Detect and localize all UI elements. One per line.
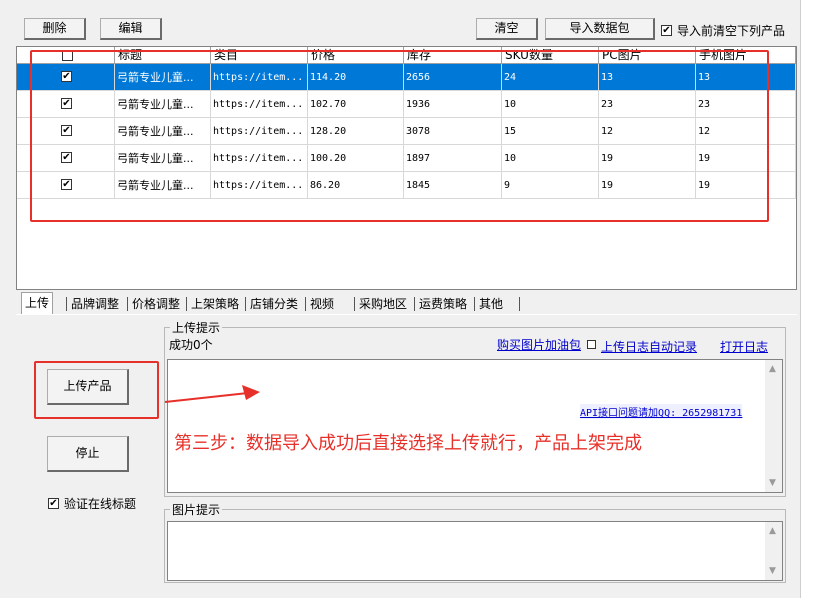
tab-upload[interactable]: 上传: [21, 292, 54, 314]
toolbar: 删除 编辑 清空 导入数据包 ✔ 导入前清空下列产品: [0, 0, 800, 42]
tab-brand-adjust[interactable]: 品牌调整: [68, 294, 122, 314]
tab-other[interactable]: 其他: [476, 294, 506, 314]
upload-panel: 上传产品 停止 ✔ 验证在线标题 上传提示 成功0个 购买图片加油包 上传日志自…: [16, 314, 797, 598]
upload-button-highlight-box: [34, 361, 159, 419]
auto-log-label[interactable]: 上传日志自动记录: [601, 338, 697, 355]
verify-online-title-label: 验证在线标题: [64, 497, 137, 511]
auto-log-checkbox[interactable]: [587, 340, 596, 349]
right-edge-strip: [800, 0, 826, 598]
tab-shop-category[interactable]: 店铺分类: [247, 294, 301, 314]
image-hint-memo[interactable]: ▲ ▼: [167, 521, 783, 581]
api-qq-link[interactable]: API接口问题请加QQ: 2652981731: [580, 404, 743, 419]
tab-price-adjust[interactable]: 价格调整: [129, 294, 183, 314]
tab-listing-strategy[interactable]: 上架策略: [188, 294, 242, 314]
grid-highlight-box: [30, 50, 769, 222]
image-memo-scrollbar[interactable]: ▲ ▼: [765, 522, 782, 580]
step-annotation: 第三步：数据导入成功后直接选择上传就行，产品上架完成: [174, 433, 642, 454]
memo-scrollbar[interactable]: ▲ ▼: [765, 360, 782, 492]
tab-video[interactable]: 视频: [307, 294, 337, 314]
open-log-link[interactable]: 打开日志: [720, 338, 768, 355]
scroll-down-icon[interactable]: ▼: [769, 478, 776, 488]
arrow-icon: [164, 385, 260, 403]
edit-button[interactable]: 编辑: [100, 18, 162, 40]
image-hint-title: 图片提示: [170, 501, 223, 518]
delete-button[interactable]: 删除: [24, 18, 86, 40]
clear-before-import-label: 导入前清空下列产品: [677, 24, 786, 38]
upload-hint-title: 上传提示: [170, 319, 223, 336]
scroll-up-icon[interactable]: ▲: [769, 364, 776, 374]
buy-image-package-link[interactable]: 购买图片加油包: [497, 336, 581, 353]
clear-before-import-checkbox[interactable]: ✔: [661, 25, 672, 36]
scroll-down-icon[interactable]: ▼: [769, 566, 776, 576]
tab-bar: 上传 品牌调整 价格调整 上架策略 店铺分类 视频 采购地区 运费策略 其他: [16, 292, 797, 314]
stop-button[interactable]: 停止: [47, 436, 129, 472]
scroll-up-icon[interactable]: ▲: [769, 526, 776, 536]
import-package-button[interactable]: 导入数据包: [545, 18, 655, 40]
success-count: 成功0个: [169, 338, 213, 352]
tab-shipping-strategy[interactable]: 运费策略: [416, 294, 470, 314]
verify-online-title-checkbox[interactable]: ✔: [48, 498, 59, 509]
clear-button[interactable]: 清空: [476, 18, 538, 40]
tab-purchase-region[interactable]: 采购地区: [356, 294, 410, 314]
